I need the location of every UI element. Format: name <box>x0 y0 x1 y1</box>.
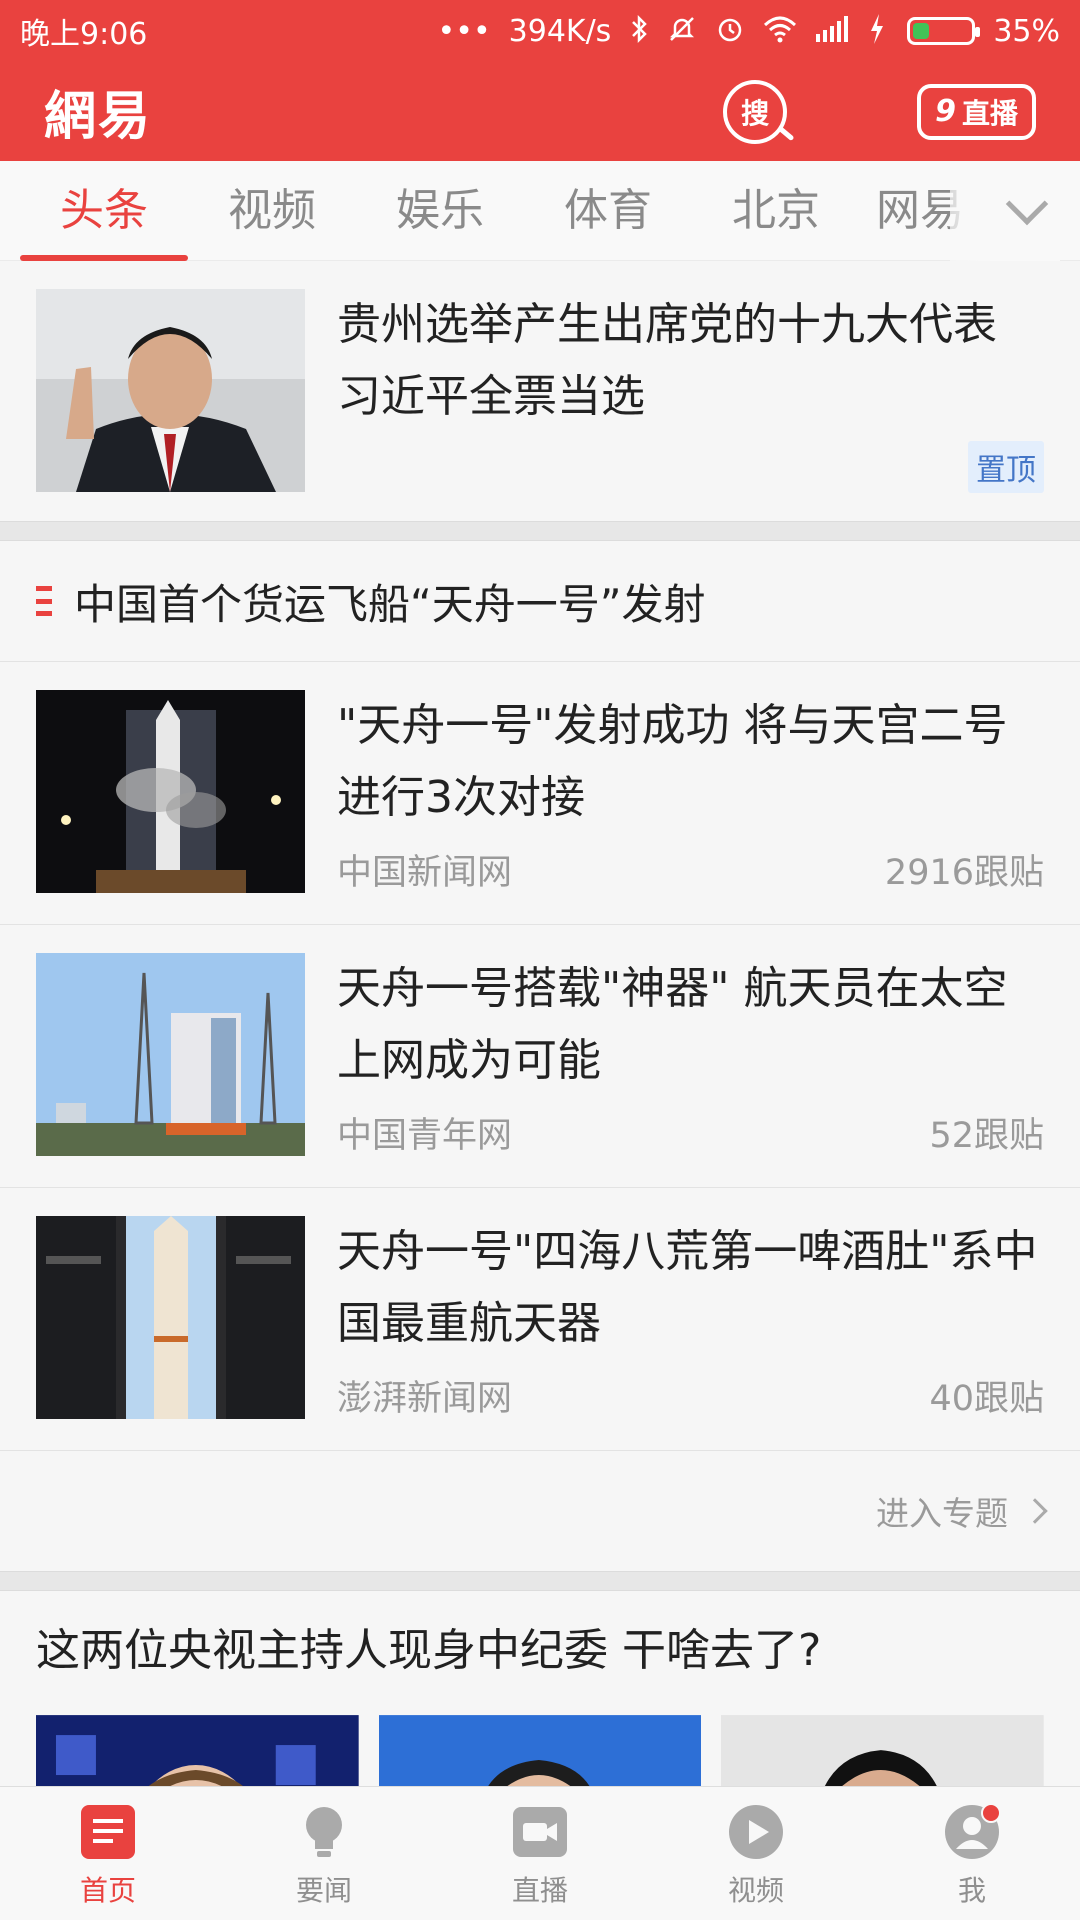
news-thumbnail <box>36 289 305 492</box>
news-meta: 中国新闻网 2916跟贴 <box>337 844 1044 895</box>
enter-topic-link[interactable]: 进入专题 <box>0 1451 1080 1571</box>
tab-entertainment[interactable]: 娱乐 <box>356 161 524 261</box>
multi-image-news-item[interactable]: 这两位央视主持人现身中纪委 干啥去了? <box>0 1591 1080 1786</box>
news-title: 这两位央视主持人现身中纪委 干啥去了? <box>36 1625 822 1676</box>
notification-dots: ••• <box>437 13 491 49</box>
tab-sports[interactable]: 体育 <box>524 161 692 261</box>
bottom-navigation: 首页 要闻 直播 视频 我 <box>0 1786 1080 1920</box>
chevron-down-icon <box>1005 182 1049 226</box>
app-bar: 網易 搜 9 直播 <box>0 62 1080 161</box>
tab-beijing[interactable]: 北京 <box>692 161 860 261</box>
tab-headlines[interactable]: 头条 <box>20 161 188 261</box>
news-meta: 中国青年网 52跟贴 <box>337 1107 1044 1158</box>
news-body: 天舟一号搭载"神器" 航天员在太空上网成为可能 中国青年网 52跟贴 <box>337 953 1044 1187</box>
section-separator <box>0 1571 1080 1591</box>
news-source: 中国青年网 <box>337 1116 513 1156</box>
alarm-icon <box>715 14 745 49</box>
news-title: 天舟一号"四海八荒第一啤酒肚"系中国最重航天器 <box>337 1226 1038 1349</box>
bluetooth-icon <box>629 14 649 49</box>
app-bar-actions: 搜 9 直播 <box>723 79 1036 144</box>
news-body: "天舟一号"发射成功 将与天宫二号进行3次对接 中国新闻网 2916跟贴 <box>337 690 1044 924</box>
pinned-badge: 置顶 <box>968 441 1044 493</box>
home-icon <box>81 1805 135 1859</box>
play-icon <box>729 1805 783 1859</box>
news-source: 中国新闻网 <box>337 853 513 893</box>
topic-heading: 中国首个货运飞船“天舟一号”发射 <box>74 579 706 629</box>
app-header: 晚上9:06 ••• 394K/s 35% 網易 搜 9 直播 <box>0 0 1080 161</box>
nav-home[interactable]: 首页 <box>0 1787 216 1920</box>
nav-label: 我 <box>957 1874 986 1907</box>
topic-news-item[interactable]: 天舟一号搭载"神器" 航天员在太空上网成为可能 中国青年网 52跟贴 <box>0 925 1080 1187</box>
live-label: 直播 <box>961 96 1018 130</box>
topic-card: 中国首个货运飞船“天舟一号”发射 "天舟一号"发射成功 将与天宫二号进行3次对接… <box>0 541 1080 1571</box>
news-thumbnail <box>36 690 305 893</box>
topic-marker-icon <box>36 586 52 616</box>
topic-news-item[interactable]: 天舟一号"四海八荒第一啤酒肚"系中国最重航天器 澎湃新闻网 40跟贴 <box>0 1188 1080 1450</box>
news-title: "天舟一号"发射成功 将与天宫二号进行3次对接 <box>337 700 1008 823</box>
news-feed: 贵州选举产生出席党的十九大代表 习近平全票当选 置顶 中国首个货运飞船“天舟一号… <box>0 261 1080 1786</box>
nav-video[interactable]: 视频 <box>648 1787 864 1920</box>
nav-label: 要闻 <box>295 1874 352 1907</box>
pinned-news-item[interactable]: 贵州选举产生出席党的十九大代表 习近平全票当选 置顶 <box>0 261 1080 521</box>
status-bar: 晚上9:06 ••• 394K/s 35% <box>0 0 1080 62</box>
news-meta: 澎湃新闻网 40跟贴 <box>337 1370 1044 1421</box>
nav-label: 直播 <box>511 1874 568 1907</box>
news-thumbnail <box>378 1715 702 1786</box>
lightbulb-icon <box>306 1807 342 1857</box>
nav-live[interactable]: 直播 <box>432 1787 648 1920</box>
tab-netease[interactable]: 网易 <box>860 161 960 261</box>
news-source: 澎湃新闻网 <box>337 1379 513 1419</box>
news-thumbnail <box>36 1715 359 1786</box>
nav-label: 视频 <box>727 1874 784 1907</box>
network-speed: 394K/s <box>508 13 612 49</box>
live-count: 9 <box>935 94 956 129</box>
comment-count: 2916跟贴 <box>884 853 1044 893</box>
news-thumbnail <box>36 1216 305 1419</box>
camera-icon <box>513 1807 567 1857</box>
news-title: 贵州选举产生出席党的十九大代表 习近平全票当选 <box>337 299 997 422</box>
chevron-right-icon <box>1022 1498 1048 1524</box>
news-body: 贵州选举产生出席党的十九大代表 习近平全票当选 置顶 <box>337 289 1044 521</box>
nav-label: 首页 <box>79 1874 136 1907</box>
comment-count: 40跟贴 <box>929 1379 1044 1419</box>
pinned-card: 贵州选举产生出席党的十九大代表 习近平全票当选 置顶 <box>0 261 1080 521</box>
battery-fill <box>913 23 929 39</box>
wifi-icon <box>763 15 797 48</box>
search-label: 搜 <box>741 96 770 130</box>
mute-bell-icon <box>667 14 697 49</box>
nav-news[interactable]: 要闻 <box>216 1787 432 1920</box>
topic-header[interactable]: 中国首个货运飞船“天舟一号”发射 <box>0 541 1080 661</box>
channel-tabs: 头条 视频 娱乐 体育 北京 网易 <box>0 161 1080 261</box>
live-button[interactable]: 9 直播 <box>917 83 1036 140</box>
app-logo: 網易 <box>44 87 153 147</box>
news-title: 天舟一号搭载"神器" 航天员在太空上网成为可能 <box>337 963 1008 1086</box>
topic-news-item[interactable]: "天舟一号"发射成功 将与天宫二号进行3次对接 中国新闻网 2916跟贴 <box>0 662 1080 924</box>
battery-percent: 35% <box>993 13 1060 49</box>
expand-tabs-button[interactable] <box>950 161 1060 261</box>
search-button[interactable]: 搜 <box>723 79 788 144</box>
news-thumbnail <box>36 953 305 1156</box>
tab-video[interactable]: 视频 <box>188 161 356 261</box>
nav-me[interactable]: 我 <box>864 1787 1080 1920</box>
enter-topic-label: 进入专题 <box>876 1494 1008 1533</box>
news-thumbnail <box>721 1715 1045 1786</box>
signal-icon <box>815 15 851 47</box>
comment-count: 52跟贴 <box>929 1116 1044 1156</box>
image-row <box>36 1715 1045 1786</box>
news-body: 天舟一号"四海八荒第一啤酒肚"系中国最重航天器 澎湃新闻网 40跟贴 <box>337 1216 1044 1450</box>
status-icons: ••• 394K/s 35% <box>437 13 1060 49</box>
user-icon <box>945 1803 1001 1859</box>
battery-icon <box>907 17 981 45</box>
section-separator <box>0 521 1080 541</box>
status-time: 晚上9:06 <box>20 17 148 52</box>
charging-icon <box>869 13 885 49</box>
